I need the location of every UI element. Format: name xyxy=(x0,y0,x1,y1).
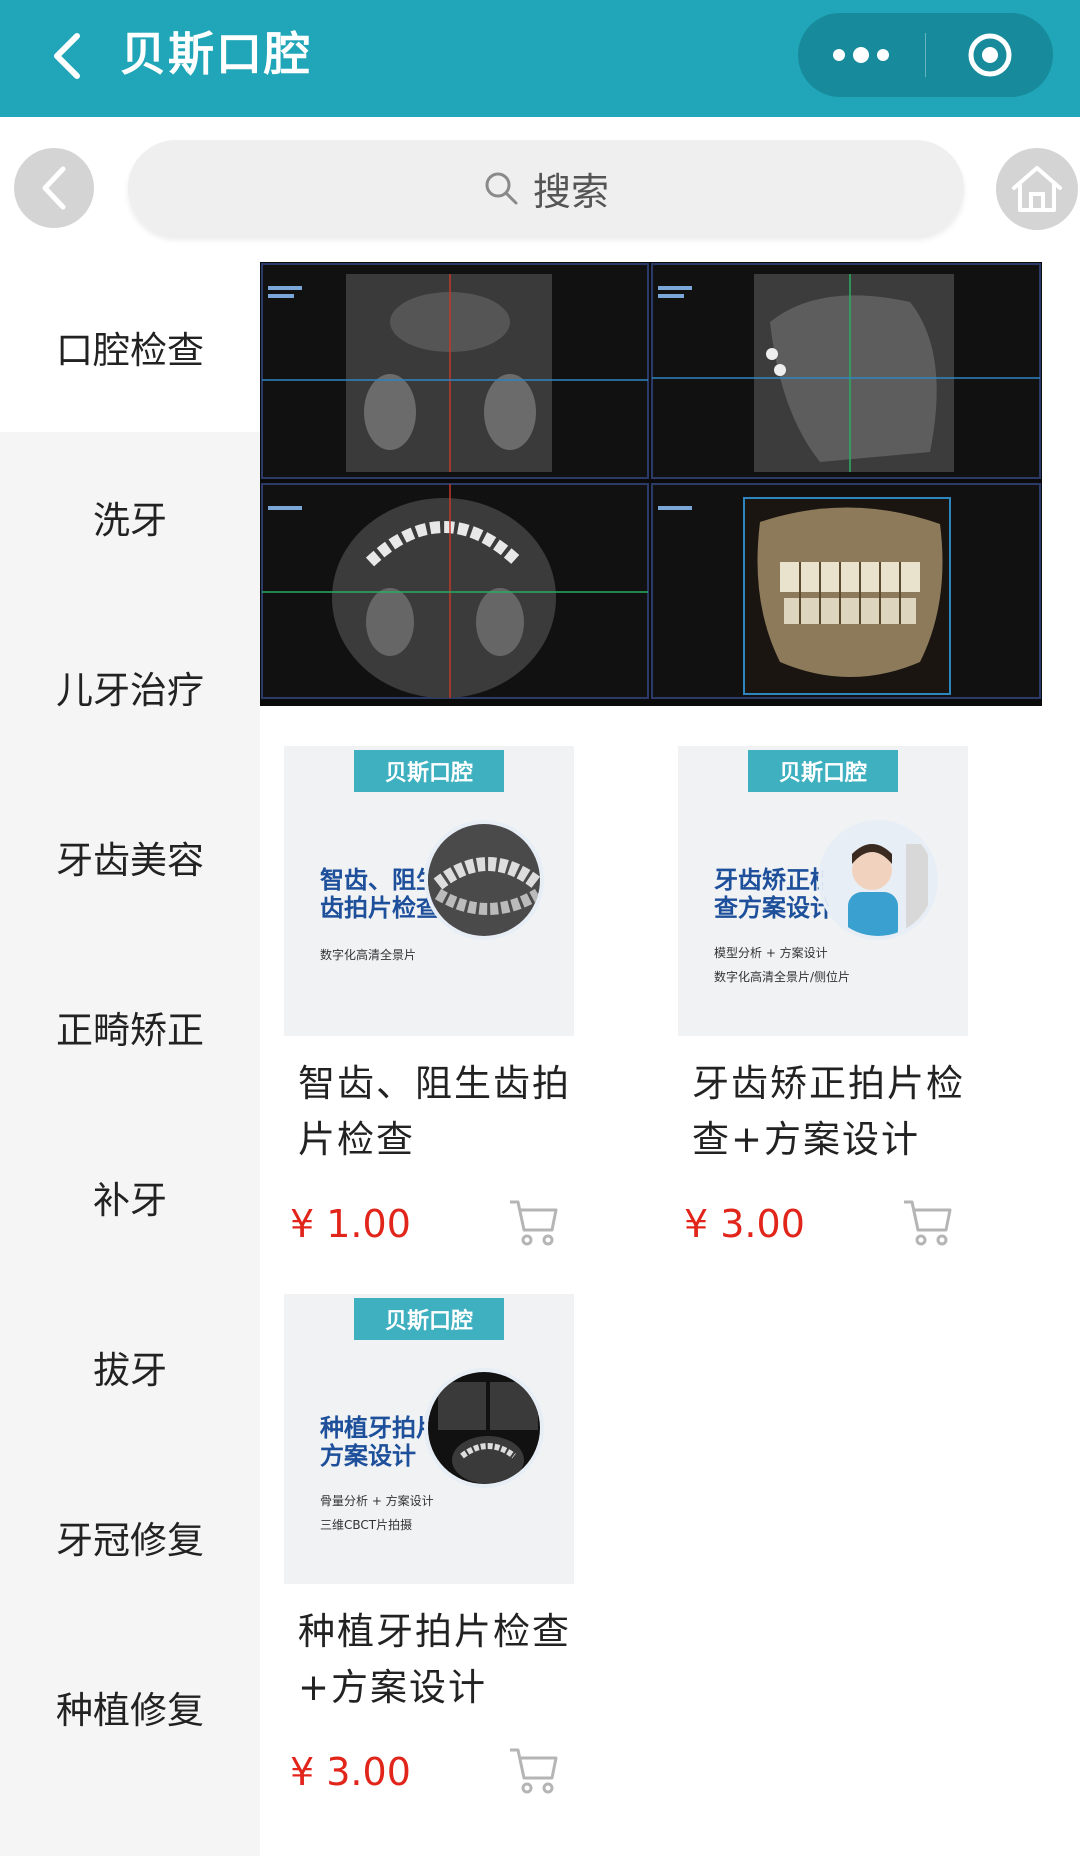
product-name[interactable]: 牙齿矫正拍片检查+方案设计 xyxy=(692,1056,1002,1168)
sidebar-item-label: 补牙 xyxy=(93,1179,167,1222)
sidebar-item-pediatric[interactable]: 儿牙治疗 xyxy=(0,602,260,772)
sidebar-item-label: 牙齿美容 xyxy=(56,839,204,882)
product-name[interactable]: 种植牙拍片检查+方案设计 xyxy=(298,1604,608,1716)
thumbnail-check-item: 数字化高清全景片 xyxy=(320,948,417,962)
product-thumbnail: 贝斯口腔 种植牙拍片方案设计 骨量分析 + 方案设计 三维CBCT片拍摄 xyxy=(284,1294,574,1584)
more-button[interactable] xyxy=(798,13,925,97)
circle-back-button[interactable] xyxy=(14,148,94,228)
category-sidebar: 口腔检查 洗牙 儿牙治疗 牙齿美容 正畸矫正 补牙 拔牙 牙冠修复 种植修复 xyxy=(0,262,260,1856)
sidebar-item-label: 儿牙治疗 xyxy=(56,669,204,712)
patient-photo xyxy=(818,820,938,940)
brand-badge: 贝斯口腔 xyxy=(354,750,504,792)
product-name[interactable]: 智齿、阻生齿拍片检查 xyxy=(298,1056,608,1168)
target-icon xyxy=(968,33,1012,77)
sidebar-item-label: 口腔检查 xyxy=(56,329,204,372)
brand-badge: 贝斯口腔 xyxy=(354,1298,504,1340)
banner-image[interactable] xyxy=(260,262,1042,706)
product-price: ¥ 3.00 xyxy=(684,1202,805,1246)
cart-icon xyxy=(904,1200,952,1246)
add-to-cart-button[interactable] xyxy=(506,1742,562,1798)
sidebar-item-label: 正畸矫正 xyxy=(56,1009,204,1052)
thumbnail-check-item: 骨量分析 + 方案设计 xyxy=(320,1494,434,1508)
cbct-photo xyxy=(424,1368,544,1488)
add-to-cart-button[interactable] xyxy=(506,1194,562,1250)
product-thumbnail: 贝斯口腔 智齿、阻生齿拍片检查 数字化高清全景片 xyxy=(284,746,574,1036)
sidebar-item-label: 拔牙 xyxy=(93,1349,167,1392)
title-bar: 贝斯口腔 xyxy=(0,0,1080,117)
cart-icon xyxy=(510,1200,558,1246)
search-input[interactable]: 搜索 xyxy=(128,140,964,236)
sidebar-item-implant[interactable]: 种植修复 xyxy=(0,1622,260,1792)
sidebar-item-extraction[interactable]: 拔牙 xyxy=(0,1282,260,1452)
chevron-left-icon xyxy=(42,166,66,210)
product-card[interactable]: 贝斯口腔 种植牙拍片方案设计 骨量分析 + 方案设计 三维CBCT片拍摄 种植牙… xyxy=(260,1294,620,1814)
sidebar-item-label: 牙冠修复 xyxy=(56,1519,204,1562)
product-card[interactable]: 贝斯口腔 智齿、阻生齿拍片检查 数字化高清全景片 智齿、阻生齿拍片检查 ¥ 1.… xyxy=(260,746,620,1266)
sidebar-item-cleaning[interactable]: 洗牙 xyxy=(0,432,260,602)
chevron-left-icon xyxy=(54,33,80,79)
thumbnail-check-item: 模型分析 + 方案设计 xyxy=(714,946,828,960)
product-price: ¥ 3.00 xyxy=(290,1750,411,1794)
sidebar-item-filling[interactable]: 补牙 xyxy=(0,1112,260,1282)
product-thumbnail: 贝斯口腔 牙齿矫正检查方案设计 模型分析 + 方案设计 数字化高清全景片/侧位片 xyxy=(678,746,968,1036)
mini-program-capsule xyxy=(798,13,1053,97)
cbct-scan-image xyxy=(260,262,1042,706)
thumbnail-check-item: 三维CBCT片拍摄 xyxy=(320,1518,413,1532)
close-mini-program-button[interactable] xyxy=(926,13,1053,97)
search-icon xyxy=(485,172,518,205)
more-dots-icon xyxy=(833,47,890,63)
xray-photo xyxy=(424,820,544,940)
home-icon xyxy=(1012,166,1062,212)
brand-badge: 贝斯口腔 xyxy=(748,750,898,792)
product-price: ¥ 1.00 xyxy=(290,1202,411,1246)
sidebar-item-crown[interactable]: 牙冠修复 xyxy=(0,1452,260,1622)
back-button[interactable] xyxy=(38,26,94,86)
sidebar-item-orthodontics[interactable]: 正畸矫正 xyxy=(0,942,260,1112)
sidebar-item-label: 洗牙 xyxy=(93,499,167,542)
product-card[interactable]: 贝斯口腔 牙齿矫正检查方案设计 模型分析 + 方案设计 数字化高清全景片/侧位片… xyxy=(654,746,1014,1266)
search-placeholder: 搜索 xyxy=(532,169,609,214)
cart-icon xyxy=(510,1748,558,1794)
page-title: 贝斯口腔 xyxy=(120,27,312,81)
add-to-cart-button[interactable] xyxy=(900,1194,956,1250)
thumbnail-check-item: 数字化高清全景片/侧位片 xyxy=(714,970,851,984)
sidebar-item-cosmetic[interactable]: 牙齿美容 xyxy=(0,772,260,942)
sidebar-item-label: 种植修复 xyxy=(56,1689,204,1732)
sidebar-item-oral-exam[interactable]: 口腔检查 xyxy=(0,262,260,432)
home-button[interactable] xyxy=(996,148,1078,230)
